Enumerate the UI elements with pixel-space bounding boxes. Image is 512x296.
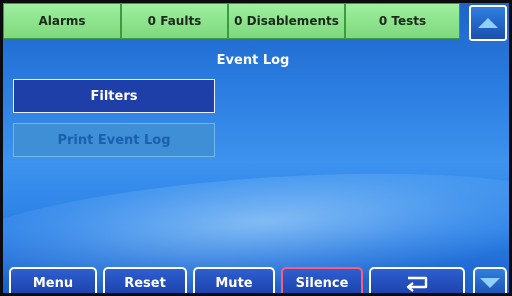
page-title: Event Log bbox=[216, 53, 290, 68]
scroll-down-button[interactable] bbox=[473, 267, 507, 293]
reset-button[interactable]: Reset bbox=[103, 267, 187, 293]
mute-button-label: Mute bbox=[215, 275, 253, 291]
reset-button-label: Reset bbox=[124, 275, 166, 291]
silence-button-label: Silence bbox=[295, 275, 349, 291]
back-button[interactable] bbox=[369, 267, 465, 293]
filters-button[interactable]: Filters bbox=[13, 79, 215, 113]
status-disablements[interactable]: 0 Disablements bbox=[228, 3, 345, 39]
arrow-down-icon bbox=[480, 278, 500, 288]
menu-button[interactable]: Menu bbox=[9, 267, 97, 293]
return-arrow-icon bbox=[406, 276, 428, 292]
status-alarms-label: Alarms bbox=[38, 14, 86, 28]
status-faults[interactable]: 0 Faults bbox=[121, 3, 228, 39]
filters-button-label: Filters bbox=[90, 88, 138, 104]
status-tests[interactable]: 0 Tests bbox=[345, 3, 460, 39]
status-disablements-label: 0 Disablements bbox=[234, 14, 339, 28]
status-tests-label: 0 Tests bbox=[378, 14, 427, 28]
arrow-up-icon bbox=[478, 18, 498, 28]
scroll-up-button[interactable] bbox=[469, 5, 507, 41]
status-bar: Alarms 0 Faults 0 Disablements 0 Tests bbox=[3, 3, 460, 41]
panel-screen: Alarms 0 Faults 0 Disablements 0 Tests E… bbox=[3, 3, 509, 293]
print-event-log-button-label: Print Event Log bbox=[57, 132, 171, 148]
mute-button[interactable]: Mute bbox=[193, 267, 275, 293]
print-event-log-button[interactable]: Print Event Log bbox=[13, 123, 215, 157]
status-faults-label: 0 Faults bbox=[147, 14, 202, 28]
menu-button-label: Menu bbox=[32, 275, 74, 291]
silence-button[interactable]: Silence bbox=[281, 267, 363, 293]
status-alarms[interactable]: Alarms bbox=[3, 3, 121, 39]
